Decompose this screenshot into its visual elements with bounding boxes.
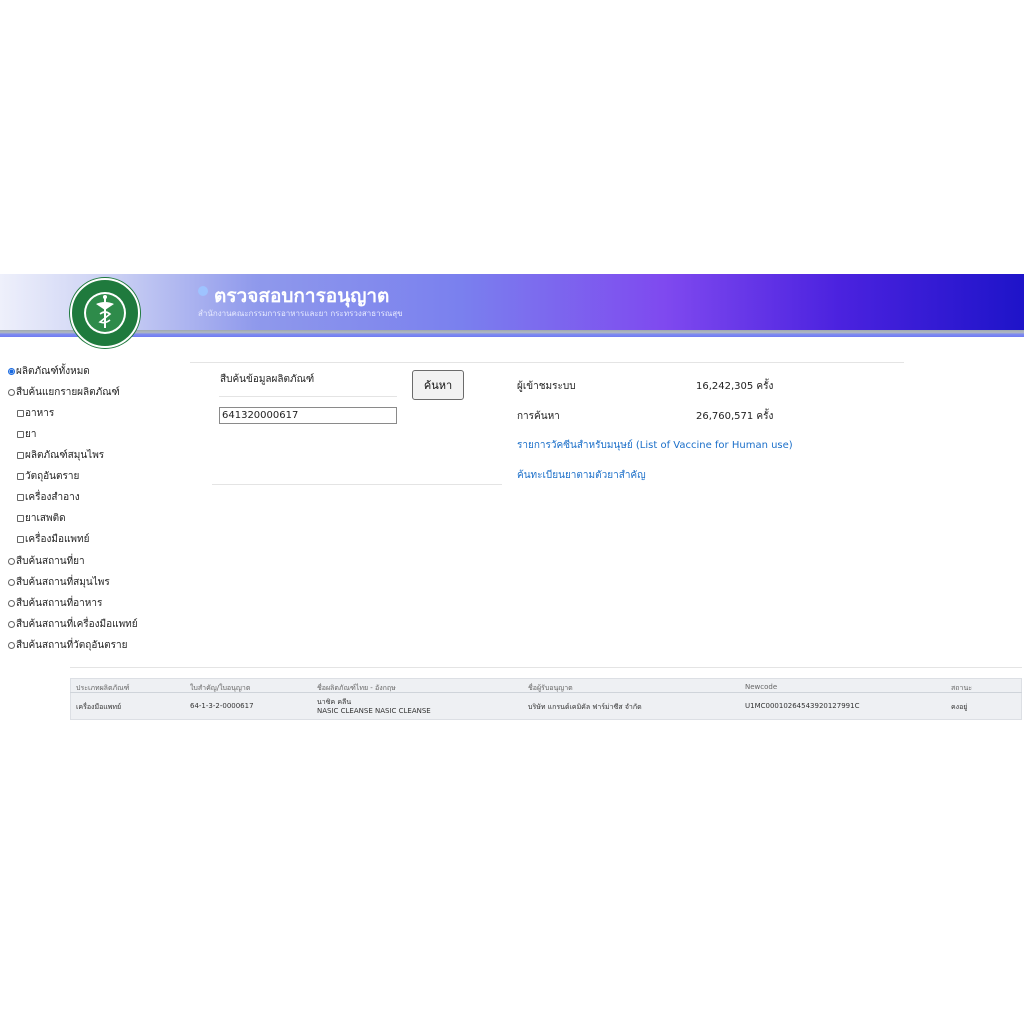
- column-header-licensee: ชื่อผู้รับอนุญาต: [528, 684, 573, 692]
- sidebar-item-all-products[interactable]: ผลิตภัณฑ์ทั้งหมด: [8, 364, 90, 379]
- column-header-status: สถานะ: [951, 684, 972, 692]
- sidebar-item-food-premises[interactable]: สืบค้นสถานที่อาหาร: [8, 596, 102, 611]
- checkbox-icon[interactable]: [17, 410, 24, 417]
- header-banner: [0, 274, 1024, 330]
- sidebar-item-label: สืบค้นสถานที่เครื่องมือแพทย์: [16, 619, 138, 630]
- cell-name-english: NASIC CLEANSE NASIC CLEANSE: [317, 707, 431, 715]
- sidebar-item-label: สืบค้นสถานที่อาหาร: [16, 598, 103, 609]
- search-button[interactable]: ค้นหา: [412, 370, 464, 400]
- cell-licensee: บริษัท แกรนด์เคมิคัล ฟาร์ม่าซีส จำกัด: [528, 703, 642, 711]
- title-bullet-icon: [198, 286, 208, 296]
- checkbox-icon[interactable]: [17, 431, 24, 438]
- cell-newcode: U1MC00010264543920127991C: [745, 702, 860, 710]
- column-header-product-name: ชื่อผลิตภัณฑ์ไทย - อังกฤษ: [317, 684, 396, 692]
- radio-icon[interactable]: [8, 621, 15, 628]
- checkbox-icon[interactable]: [17, 452, 24, 459]
- column-header-newcode: Newcode: [745, 683, 778, 691]
- sidebar-item-hazardous-premises[interactable]: สืบค้นสถานที่วัตถุอันตราย: [8, 638, 128, 653]
- sidebar-item-hazardous[interactable]: วัตถุอันตราย: [17, 469, 79, 484]
- divider: [219, 396, 397, 397]
- visitors-label: ผู้เข้าชมระบบ: [517, 381, 576, 392]
- search-input[interactable]: [219, 407, 397, 424]
- checkbox-icon[interactable]: [17, 473, 24, 480]
- sidebar-item-herbal-premises[interactable]: สืบค้นสถานที่สมุนไพร: [8, 575, 110, 590]
- radio-selected-icon[interactable]: [8, 368, 15, 375]
- sidebar-item-label: ผลิตภัณฑ์สมุนไพร: [25, 450, 105, 461]
- sidebar-item-label: ยาเสพติด: [25, 513, 66, 524]
- radio-icon[interactable]: [8, 600, 15, 607]
- sidebar-item-search-by-product[interactable]: สืบค้นแยกรายผลิตภัณฑ์: [8, 385, 120, 400]
- checkbox-icon[interactable]: [17, 536, 24, 543]
- divider: [70, 667, 1022, 668]
- divider: [190, 362, 904, 363]
- sidebar-item-label: สืบค้นสถานที่สมุนไพร: [16, 577, 110, 588]
- essential-drugs-link[interactable]: ค้นทะเบียนยาตามตัวยาสำคัญ: [517, 468, 646, 483]
- searches-label: การค้นหา: [517, 411, 560, 422]
- sidebar-item-label: เครื่องสำอาง: [25, 492, 80, 503]
- cell-status: คงอยู่: [951, 703, 968, 711]
- sidebar-item-medical-device[interactable]: เครื่องมือแพทย์: [17, 532, 89, 547]
- sidebar-item-label: วัตถุอันตราย: [25, 471, 80, 482]
- checkbox-icon[interactable]: [17, 494, 24, 501]
- column-header-type: ประเภทผลิตภัณฑ์: [76, 684, 130, 692]
- column-header-license: ใบสำคัญ/ใบอนุญาต: [190, 684, 251, 692]
- sidebar-item-drug-premises[interactable]: สืบค้นสถานที่ยา: [8, 554, 85, 569]
- page-subtitle: สำนักงานคณะกรรมการอาหารและยา กระทรวงสาธา…: [198, 309, 403, 318]
- divider: [212, 484, 502, 485]
- sidebar-item-label: สืบค้นสถานที่ยา: [16, 556, 85, 567]
- search-label: สืบค้นข้อมูลผลิตภัณฑ์: [220, 374, 315, 385]
- radio-icon[interactable]: [8, 642, 15, 649]
- radio-icon[interactable]: [8, 558, 15, 565]
- sidebar-item-label: สืบค้นสถานที่วัตถุอันตราย: [16, 640, 128, 651]
- searches-count: 26,760,571 ครั้ง: [696, 411, 774, 422]
- sidebar-item-device-premises[interactable]: สืบค้นสถานที่เครื่องมือแพทย์: [8, 617, 138, 632]
- ministry-logo-icon: [70, 278, 140, 348]
- visitors-count: 16,242,305 ครั้ง: [696, 381, 774, 392]
- vaccine-list-link[interactable]: รายการวัคซีนสำหรับมนุษย์ (List of Vaccin…: [517, 438, 793, 453]
- sidebar-item-label: เครื่องมือแพทย์: [25, 534, 90, 545]
- sidebar-item-label: อาหาร: [25, 408, 55, 419]
- cell-license[interactable]: 64-1-3-2-0000617: [190, 702, 254, 710]
- checkbox-icon[interactable]: [17, 515, 24, 522]
- sidebar-item-label: ผลิตภัณฑ์ทั้งหมด: [16, 366, 90, 377]
- sidebar-item-label: สืบค้นแยกรายผลิตภัณฑ์: [16, 387, 120, 398]
- header-stripe: [0, 330, 1024, 337]
- radio-icon[interactable]: [8, 389, 15, 396]
- radio-icon[interactable]: [8, 579, 15, 586]
- sidebar-item-food[interactable]: อาหาร: [17, 406, 54, 421]
- sidebar-item-label: ยา: [25, 429, 37, 440]
- sidebar-item-narcotics[interactable]: ยาเสพติด: [17, 511, 66, 526]
- sidebar-item-drug[interactable]: ยา: [17, 427, 36, 442]
- cell-type: เครื่องมือแพทย์: [76, 703, 122, 711]
- sidebar-item-cosmetics[interactable]: เครื่องสำอาง: [17, 490, 80, 505]
- sidebar-item-herbal[interactable]: ผลิตภัณฑ์สมุนไพร: [17, 448, 104, 463]
